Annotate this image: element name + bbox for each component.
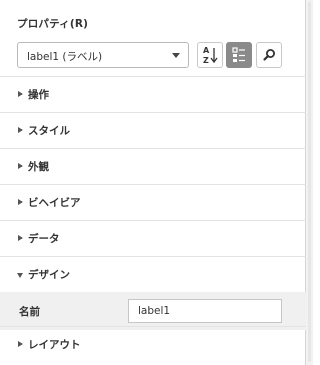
properties-panel: プロパティ(R) label1 (ラベル) A Z 操作 スタイル 外観 ビヘイ… bbox=[0, 0, 306, 365]
section-label: デザイン bbox=[28, 269, 70, 281]
section-label: データ bbox=[28, 233, 60, 245]
caret-right-icon bbox=[18, 235, 23, 241]
caret-right-icon bbox=[18, 199, 23, 205]
object-selector-dropdown[interactable]: label1 (ラベル) bbox=[17, 42, 189, 68]
property-name-input[interactable] bbox=[128, 299, 282, 323]
section-operation[interactable]: 操作 bbox=[0, 76, 306, 112]
section-label: ビヘイビア bbox=[28, 197, 81, 209]
section-label: スタイル bbox=[28, 125, 70, 137]
section-appearance[interactable]: 外観 bbox=[0, 148, 306, 184]
property-name-label: 名前 bbox=[19, 306, 40, 318]
caret-right-icon bbox=[18, 163, 23, 169]
categorized-view-button[interactable] bbox=[226, 42, 252, 68]
section-label: レイアウト bbox=[28, 339, 81, 351]
section-layout[interactable]: レイアウト bbox=[0, 326, 306, 362]
categorized-icon bbox=[232, 47, 245, 62]
search-icon bbox=[263, 49, 275, 61]
svg-text:Z: Z bbox=[203, 56, 209, 65]
chevron-down-icon bbox=[172, 53, 180, 58]
caret-down-icon bbox=[17, 273, 23, 278]
object-selector-value: label1 (ラベル) bbox=[27, 51, 103, 63]
section-style[interactable]: スタイル bbox=[0, 112, 306, 148]
scrollbar-thumb[interactable] bbox=[308, 2, 311, 362]
section-label: 外観 bbox=[28, 161, 49, 173]
property-row-name: 名前 bbox=[0, 292, 306, 330]
search-button[interactable] bbox=[256, 42, 282, 68]
svg-text:A: A bbox=[203, 46, 210, 55]
caret-right-icon bbox=[18, 341, 23, 347]
section-behavior[interactable]: ビヘイビア bbox=[0, 184, 306, 220]
section-data[interactable]: データ bbox=[0, 220, 306, 256]
caret-right-icon bbox=[18, 91, 23, 97]
sort-alphabetical-button[interactable]: A Z bbox=[197, 42, 223, 68]
sort-az-icon: A Z bbox=[203, 46, 218, 65]
caret-right-icon bbox=[18, 127, 23, 133]
section-label: 操作 bbox=[28, 89, 49, 101]
panel-title: プロパティ(R) bbox=[17, 18, 89, 30]
section-design[interactable]: デザイン bbox=[0, 256, 306, 292]
